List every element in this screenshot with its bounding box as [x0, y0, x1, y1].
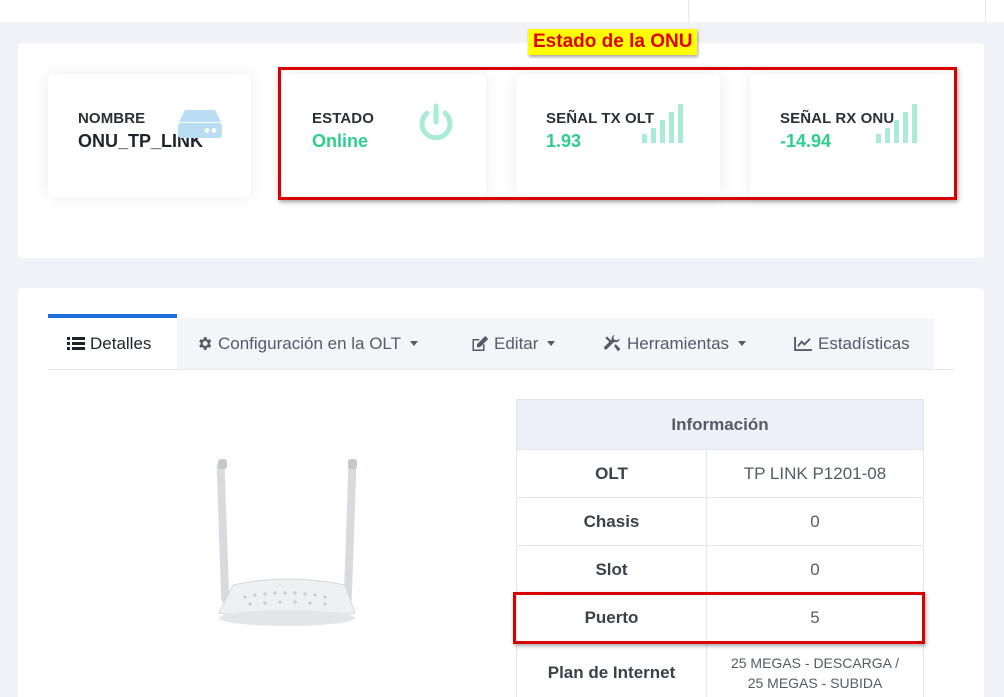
info-table-header: Información	[516, 399, 924, 450]
table-row: OLT TP LINK P1201-08	[516, 449, 924, 498]
tab-detalles[interactable]: Detalles	[48, 314, 177, 369]
tab-herramientas[interactable]: Herramientas	[603, 318, 747, 369]
top-bar	[0, 0, 1004, 22]
card-nombre-label: NOMBRE	[78, 110, 146, 127]
tab-bar: Detalles Configuración en la OLT Editar …	[48, 314, 934, 369]
chart-icon	[794, 336, 812, 351]
top-bar-edge	[985, 0, 986, 22]
info-value-chasis: 0	[706, 497, 924, 546]
tab-configuracion-olt-label: Configuración en la OLT	[218, 333, 402, 353]
table-row: Chasis 0	[516, 497, 924, 546]
info-key-plan: Plan de Internet	[516, 641, 707, 697]
tab-herramientas-label: Herramientas	[627, 333, 730, 353]
card-nombre: NOMBRE ONU_TP_LINK	[48, 74, 251, 197]
tab-estadisticas[interactable]: Estadísticas	[794, 318, 910, 369]
onu-device-image	[216, 459, 357, 626]
tab-editar-label: Editar	[494, 333, 539, 353]
status-callout-label: Estado de la ONU	[528, 29, 698, 55]
info-key-slot: Slot	[516, 545, 707, 594]
table-row: Slot 0	[516, 545, 924, 594]
chevron-down-icon	[738, 341, 747, 346]
info-value-olt: TP LINK P1201-08	[706, 449, 924, 498]
status-callout-box	[278, 67, 957, 200]
info-value-plan-line2: 25 MEGAS - SUBIDA	[747, 674, 883, 691]
chevron-down-icon	[547, 341, 556, 346]
info-key-olt: OLT	[516, 449, 707, 498]
list-icon	[67, 337, 85, 350]
top-bar-divider	[688, 0, 689, 22]
info-value-plan-line1: 25 MEGAS - DESCARGA /	[730, 654, 900, 671]
tab-estadisticas-label: Estadísticas	[818, 333, 910, 353]
info-value-plan: 25 MEGAS - DESCARGA / 25 MEGAS - SUBIDA	[706, 641, 924, 697]
tab-editar[interactable]: Editar	[471, 318, 556, 369]
info-key-chasis: Chasis	[516, 497, 707, 546]
tab-configuracion-olt[interactable]: Configuración en la OLT	[196, 318, 419, 369]
table-row: Plan de Internet 25 MEGAS - DESCARGA / 2…	[516, 641, 924, 697]
info-value-slot: 0	[706, 545, 924, 594]
gear-icon	[199, 337, 212, 350]
chevron-down-icon	[410, 341, 419, 346]
tab-detalles-label: Detalles	[90, 333, 152, 353]
router-icon	[178, 110, 222, 138]
info-table: Información OLT TP LINK P1201-08 Chasis …	[516, 399, 924, 697]
edit-icon	[472, 336, 489, 351]
tools-icon	[604, 334, 621, 352]
puerto-callout-box	[513, 592, 925, 644]
